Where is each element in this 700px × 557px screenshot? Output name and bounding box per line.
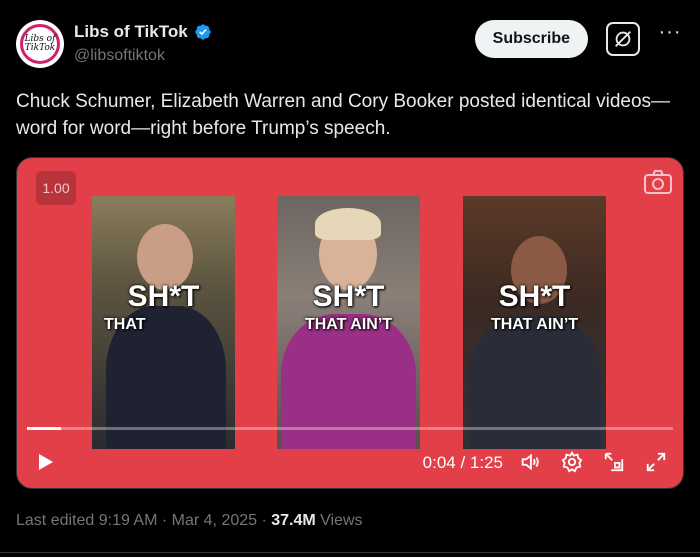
grok-icon: [615, 31, 631, 47]
caption-big: SH*T: [498, 280, 571, 313]
settings-gear-icon[interactable]: [561, 451, 583, 473]
caption-big: SH*T: [127, 280, 200, 313]
more-button[interactable]: ···: [656, 22, 684, 52]
video-progress-fill: [27, 427, 62, 430]
author-names: Libs of TikTok @libsoftiktok: [74, 22, 212, 65]
edited-timestamp[interactable]: Last edited 9:19 AM · Mar 4, 2025 ·: [16, 512, 271, 529]
views-label: Views: [315, 512, 363, 529]
avatar[interactable]: Libs of TikTok: [16, 20, 64, 68]
video-panel-schumer: SH*T THAT: [92, 196, 235, 449]
caption-big: SH*T: [312, 280, 385, 313]
caption-small: THAT: [104, 316, 146, 333]
video-player[interactable]: 1.00 SH*T THAT SH*T THAT AIN’T SH*T THAT…: [16, 157, 684, 489]
views-count: 37.4M: [271, 512, 316, 529]
person-hair: [315, 208, 381, 240]
subscribe-button[interactable]: Subscribe: [474, 20, 588, 58]
pop-out-icon[interactable]: [603, 451, 625, 473]
divider: [0, 552, 700, 553]
post-header: Libs of TikTok Libs of TikTok @libsoftik…: [16, 18, 684, 70]
verified-badge-icon: [194, 24, 211, 40]
avatar-text: Libs of TikTok: [24, 34, 56, 53]
video-panel-booker: SH*T THAT AIN’T: [463, 196, 606, 449]
display-name[interactable]: Libs of TikTok: [74, 22, 188, 42]
avatar-logo: Libs of TikTok: [20, 24, 60, 64]
video-panel-warren: SH*T THAT AIN’T: [277, 196, 420, 449]
volume-icon[interactable]: [519, 451, 541, 473]
video-time: 0:04 / 1:25: [422, 453, 503, 472]
video-progress-bar[interactable]: [27, 427, 673, 430]
post-text: Chuck Schumer, Elizabeth Warren and Cory…: [16, 91, 671, 139]
play-icon[interactable]: [35, 452, 55, 472]
more-icon: ···: [658, 21, 682, 43]
caption-small: THAT AIN’T: [490, 316, 579, 333]
handle[interactable]: @libsoftiktok: [74, 47, 212, 65]
post-meta: Last edited 9:19 AM · Mar 4, 2025 · 37.4…: [16, 512, 363, 530]
display-name-row[interactable]: Libs of TikTok: [74, 22, 212, 42]
camera-icon[interactable]: [643, 169, 673, 195]
playback-speed-badge[interactable]: 1.00: [36, 171, 76, 205]
caption-small: THAT AIN’T: [304, 316, 393, 333]
grok-button[interactable]: [606, 22, 640, 56]
fullscreen-icon[interactable]: [645, 451, 667, 473]
video-controls: 0:04 / 1:25: [17, 436, 683, 488]
